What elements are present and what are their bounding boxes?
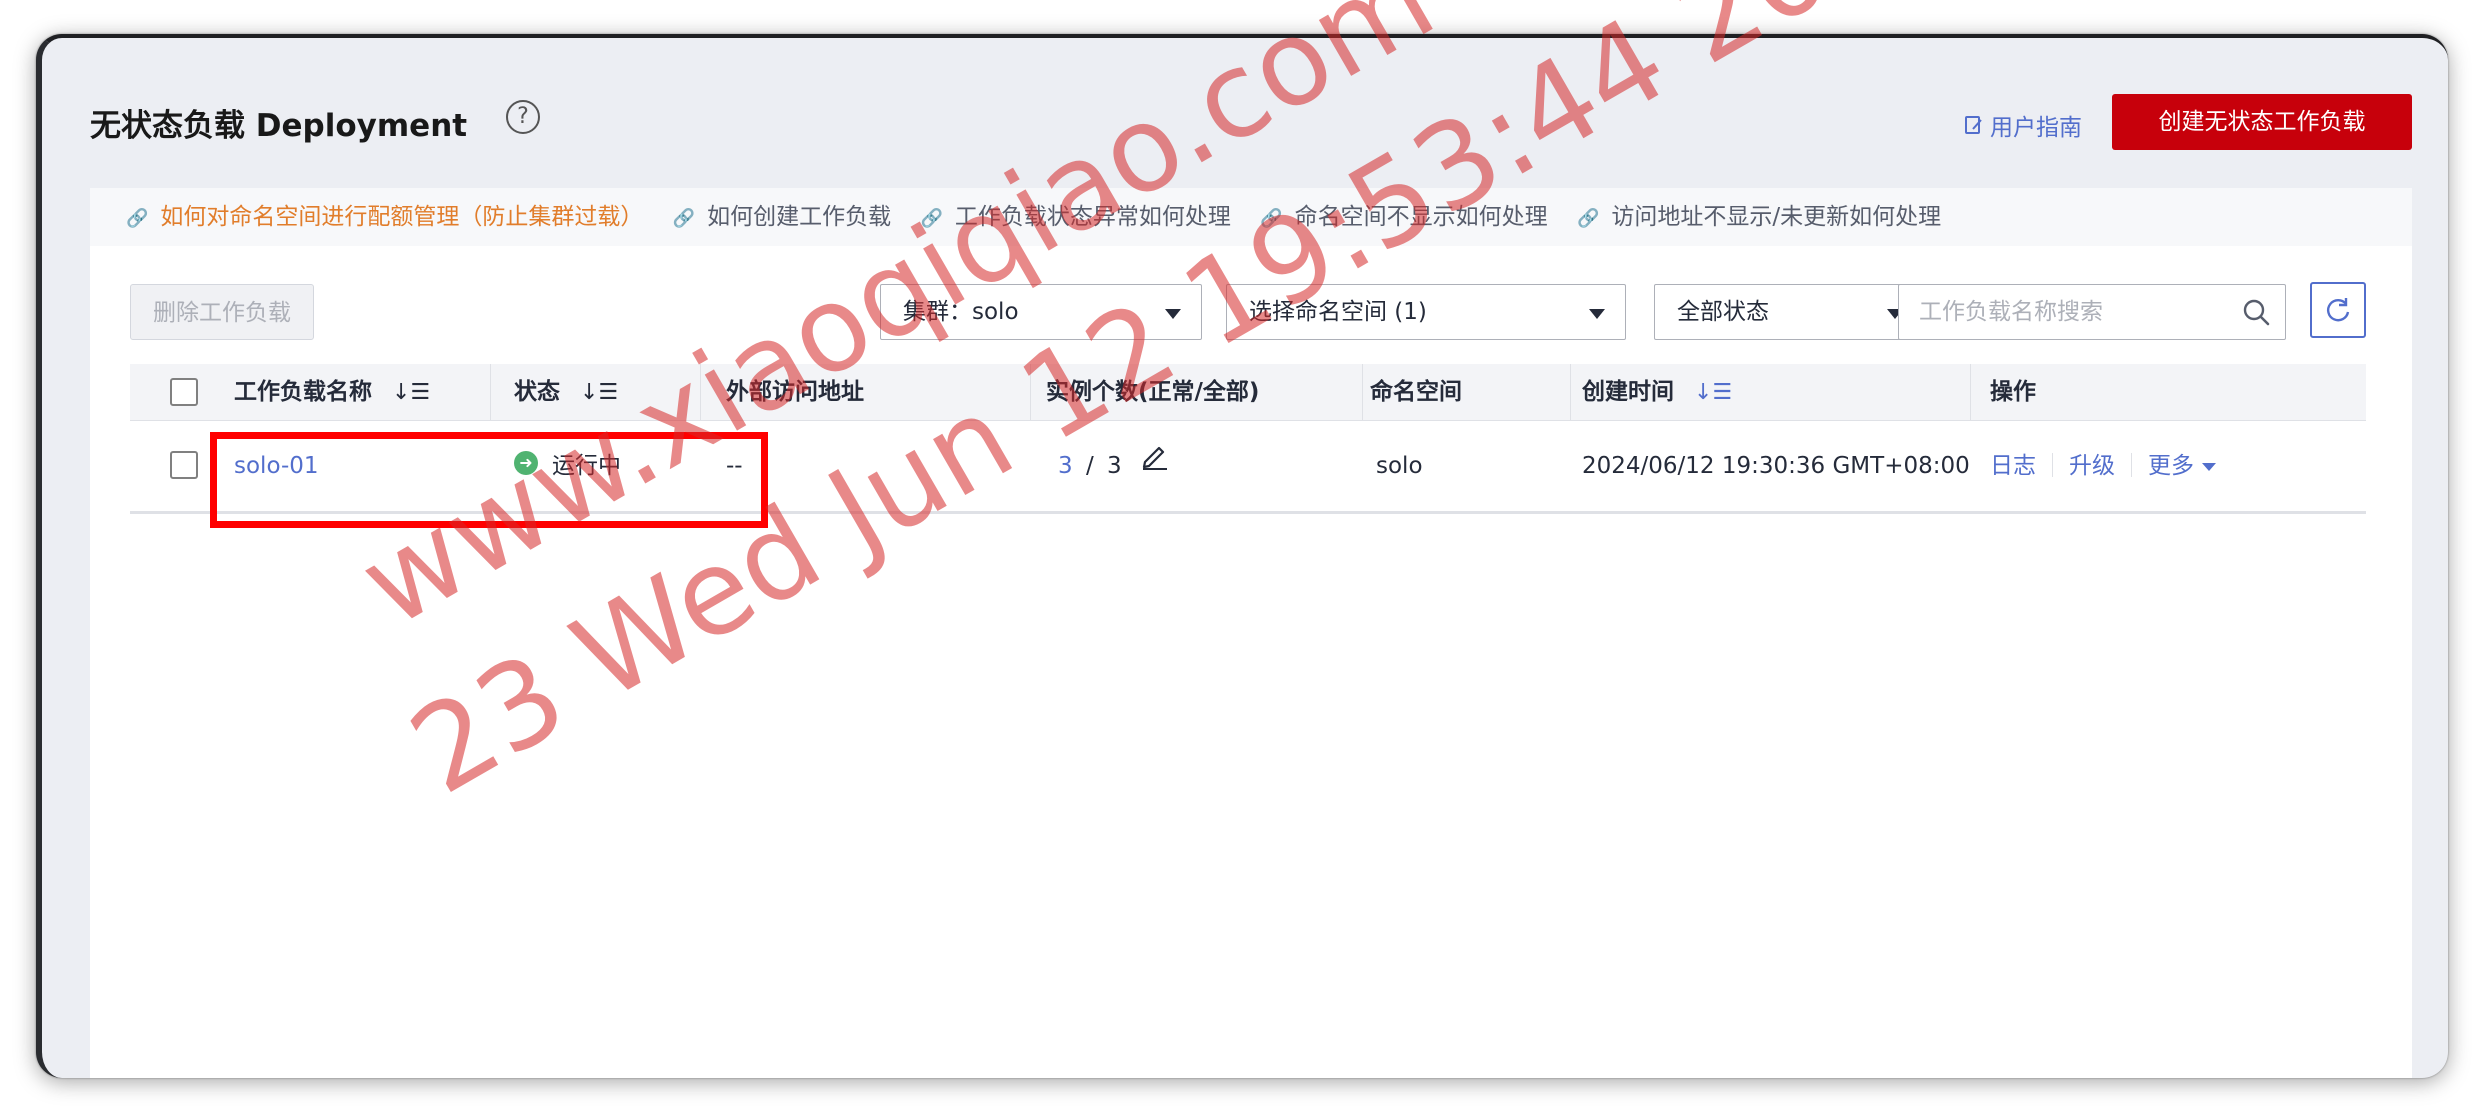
ops-cell: 日志 升级 更多: [1990, 421, 2216, 511]
running-status-icon: ➜: [514, 450, 538, 475]
edit-icon[interactable]: [1139, 418, 1169, 508]
table-row: solo-01 ➜ 运行中 -- 3 / 3 solo 2024/06/12 19…: [130, 421, 2366, 514]
divider: [2052, 452, 2053, 477]
sort-desc-icon[interactable]: ↓☰: [1694, 365, 1732, 421]
more-menu[interactable]: 更多: [2148, 453, 2216, 479]
access-address: --: [726, 453, 743, 479]
tip-link-quota[interactable]: 🔗 如何对命名空间进行配额管理（防止集群过载）: [126, 188, 643, 248]
help-icon[interactable]: ?: [506, 100, 540, 134]
tip-link-namespace[interactable]: 🔗 命名空间不显示如何处理: [1260, 188, 1547, 248]
sort-icon[interactable]: ↓☰: [580, 365, 618, 421]
page-title: 无状态负载 Deployment: [90, 108, 468, 144]
log-link[interactable]: 日志: [1990, 453, 2036, 479]
instances-total: 3: [1107, 453, 1122, 479]
page-header: 无状态负载 Deployment ? 用户指南 创建无状态工作负载: [90, 94, 2412, 156]
col-instances-header: 实例个数(正常/全部): [1046, 379, 1260, 405]
column-divider: [490, 364, 491, 420]
status-text: 运行中: [552, 453, 621, 479]
table-header: 工作负载名称 ↓☰ 状态 ↓☰ 外部访问地址 实例个数(正常/全部) 命名空间 创建…: [130, 364, 2366, 421]
tip-link-create[interactable]: 🔗 如何创建工作负载: [673, 188, 891, 248]
instances-separator: /: [1085, 453, 1094, 479]
col-name-header[interactable]: 工作负载名称 ↓☰: [234, 364, 430, 421]
col-access-header: 外部访问地址: [726, 379, 864, 405]
col-ops-header: 操作: [1990, 379, 2036, 405]
sort-icon[interactable]: ↓☰: [392, 365, 430, 421]
guide-icon: [1964, 115, 1984, 141]
refresh-icon: [2327, 298, 2350, 322]
link-icon: 🔗: [672, 208, 696, 229]
upgrade-link[interactable]: 升级: [2069, 453, 2115, 479]
create-deployment-button[interactable]: 创建无状态工作负载: [2112, 94, 2412, 150]
column-divider: [1362, 364, 1363, 420]
workload-table: 工作负载名称 ↓☰ 状态 ↓☰ 外部访问地址 实例个数(正常/全部) 命名空间 创建…: [130, 364, 2366, 514]
user-guide-link[interactable]: 用户指南: [1964, 108, 2082, 142]
delete-workload-button[interactable]: 删除工作负载: [130, 284, 314, 340]
link-icon: 🔗: [126, 208, 149, 229]
row-checkbox[interactable]: [170, 451, 198, 479]
app-window: 无状态负载 Deployment ? 用户指南 创建无状态工作负载 🔗 如何对命名…: [36, 34, 2448, 1078]
tip-link-access[interactable]: 🔗 访问地址不显示/未更新如何处理: [1577, 188, 1941, 248]
chevron-down-icon: [1589, 309, 1605, 319]
instances-ready[interactable]: 3: [1058, 453, 1073, 479]
link-icon: 🔗: [1260, 208, 1283, 229]
col-created-header[interactable]: 创建时间 ↓☰: [1582, 364, 1732, 421]
instances-cell: 3 / 3: [1058, 421, 1169, 512]
user-guide-label: 用户指南: [1990, 115, 2082, 141]
column-divider: [1970, 364, 1971, 420]
link-icon: 🔗: [1576, 208, 1600, 229]
tip-link-status[interactable]: 🔗 工作负载状态异常如何处理: [920, 188, 1230, 248]
select-all-checkbox[interactable]: [170, 378, 198, 406]
status-select[interactable]: 全部状态: [1654, 284, 1924, 340]
help-tips-bar: 🔗 如何对命名空间进行配额管理（防止集群过载） 🔗 如何创建工作负载 🔗 工作负载状态…: [90, 188, 2412, 246]
workload-panel: 删除工作负载 集群：solo 选择命名空间 (1) 全部状态 工作负载名称搜索 …: [90, 246, 2412, 1078]
created-time: 2024/06/12 19:30:36 GMT+08:00: [1582, 453, 1970, 479]
chevron-down-icon: [1165, 309, 1181, 319]
col-status-header[interactable]: 状态 ↓☰: [514, 364, 618, 421]
divider: [2131, 452, 2132, 477]
chevron-down-icon: [2202, 462, 2216, 471]
col-namespace-header: 命名空间: [1370, 379, 1462, 405]
refresh-button[interactable]: [2310, 282, 2366, 338]
namespace-cell: solo: [1376, 453, 1423, 479]
namespace-select[interactable]: 选择命名空间 (1): [1226, 284, 1626, 340]
column-divider: [700, 364, 701, 420]
search-icon[interactable]: [2242, 298, 2270, 326]
workload-name-link[interactable]: solo-01: [234, 421, 319, 511]
status-cell: ➜ 运行中: [514, 421, 621, 511]
search-input[interactable]: [1898, 284, 2286, 340]
column-divider: [1030, 364, 1031, 420]
link-icon: 🔗: [920, 208, 943, 229]
column-divider: [1570, 364, 1571, 420]
cluster-select[interactable]: 集群：solo: [880, 284, 1202, 340]
